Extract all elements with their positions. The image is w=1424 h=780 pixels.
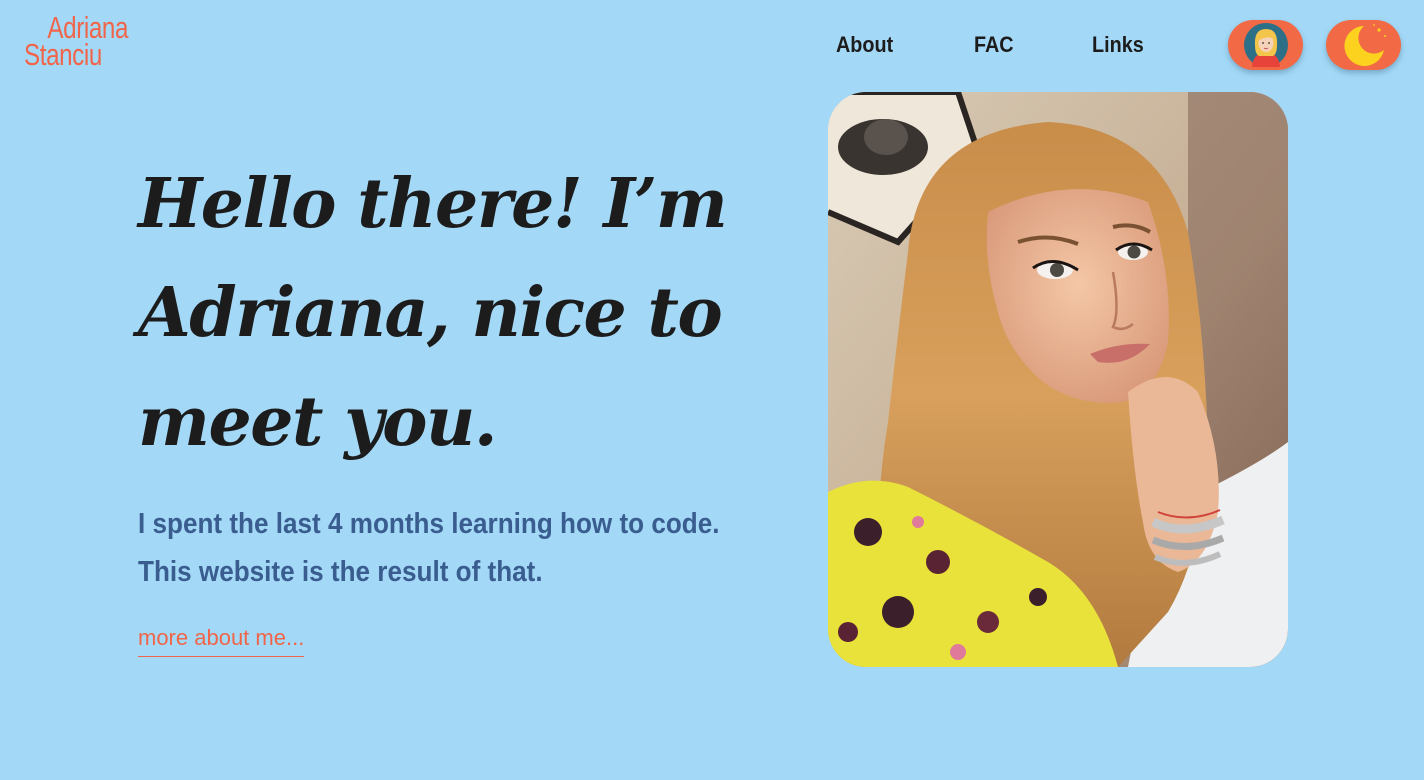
hero-heading: Hello there! I’m Adriana, nice to meet y… — [138, 164, 728, 462]
site-logo[interactable]: Adriana Stanciu — [24, 12, 164, 74]
logo-last-name: Stanciu — [24, 37, 102, 73]
avatar-toggle-button[interactable] — [1228, 20, 1303, 70]
portrait-photo — [828, 92, 1288, 667]
more-about-me-link[interactable]: more about me... — [138, 624, 305, 657]
nav-link-fac[interactable]: FAC — [974, 32, 1014, 58]
moon-icon — [1343, 24, 1386, 66]
hero-subtitle: I spent the last 4 months learning how t… — [138, 508, 720, 588]
nav-link-about[interactable]: About — [836, 32, 893, 58]
nav-link-links[interactable]: Links — [1092, 32, 1144, 58]
page: Adriana Stanciu About FAC Links Hello th… — [0, 0, 1424, 780]
girl-avatar-icon — [1243, 23, 1288, 67]
theme-toggle-button[interactable] — [1326, 20, 1401, 70]
